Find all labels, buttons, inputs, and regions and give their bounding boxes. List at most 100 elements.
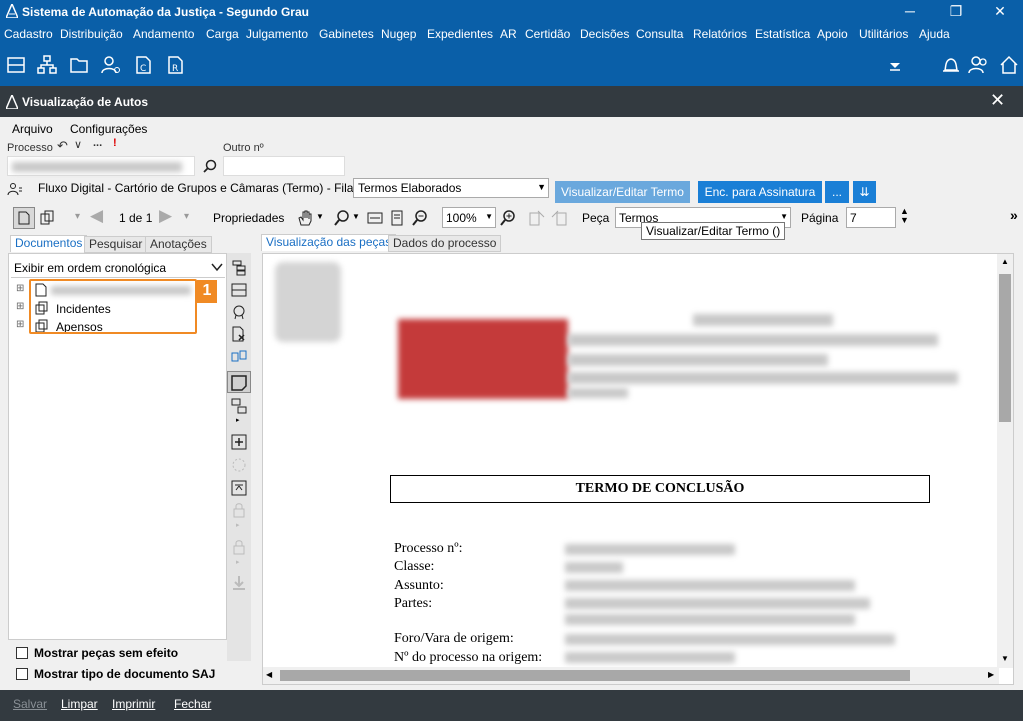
tab-dados-processo[interactable]: Dados do processo [388, 235, 502, 252]
redacted-text [568, 354, 828, 366]
document-c-icon[interactable]: C [132, 54, 154, 76]
certificate-icon[interactable] [231, 304, 247, 320]
next-page-icon[interactable]: ▶ [159, 206, 172, 226]
fit-width-icon[interactable] [367, 210, 383, 226]
chevron-down-icon[interactable]: ∨ [74, 138, 82, 151]
nav-first-icon[interactable]: ▾ [75, 211, 80, 222]
document-view-toggle[interactable] [13, 207, 35, 229]
previous-page-icon[interactable]: ◀ [90, 206, 103, 226]
menu-relatorios[interactable]: Relatórios [693, 27, 747, 41]
page-spinner[interactable]: ▲ ▼ [900, 207, 909, 225]
scroll-left-icon[interactable]: ◀ [266, 670, 272, 679]
fechar-button[interactable]: Fechar [174, 697, 211, 711]
close-subwindow-button[interactable]: ✕ [990, 90, 1005, 111]
close-window-button[interactable]: ✕ [977, 0, 1023, 24]
menu-distribuicao[interactable]: Distribuição [60, 27, 123, 41]
menu-estatistica[interactable]: Estatística [755, 27, 810, 41]
dropdown-arrow-icon[interactable] [884, 54, 906, 76]
extract-page-icon[interactable] [550, 209, 568, 227]
menu-utilitarios[interactable]: Utilitários [859, 27, 908, 41]
menu-carga[interactable]: Carga [206, 27, 239, 41]
menu-cadastro[interactable]: Cadastro [4, 27, 53, 41]
link-documents-icon[interactable] [231, 348, 247, 364]
more-actions-button[interactable]: ... [825, 181, 849, 203]
filter-down-button[interactable]: ⇊ [853, 181, 876, 203]
move-page-icon[interactable] [528, 209, 546, 227]
pagina-input[interactable]: 7 [846, 207, 896, 228]
flow-icon[interactable] [231, 398, 247, 414]
fit-page-icon[interactable] [389, 210, 405, 226]
zoom-select[interactable]: 100% ▼ [442, 207, 496, 228]
expand-icon[interactable]: ⊞ [16, 301, 24, 312]
folder-icon[interactable] [68, 54, 90, 76]
minimize-button[interactable]: ─ [887, 0, 933, 24]
imprimir-button[interactable]: Imprimir [112, 697, 155, 711]
enc-assinatura-button[interactable]: Enc. para Assinatura [698, 181, 822, 203]
processo-input[interactable] [7, 156, 195, 176]
menu-consulta[interactable]: Consulta [636, 27, 683, 41]
visualizar-editar-termo-button[interactable]: Visualizar/Editar Termo [555, 181, 690, 203]
expand-arrow-icon[interactable]: ▸ [236, 416, 240, 424]
menu-gabinetes[interactable]: Gabinetes [319, 27, 374, 41]
notification-bell-icon[interactable] [940, 54, 962, 76]
zoom-out-icon[interactable] [411, 209, 429, 227]
tab-documentos[interactable]: Documentos [10, 235, 88, 252]
users-icon[interactable] [968, 54, 990, 76]
search-icon[interactable] [202, 158, 218, 174]
restore-button[interactable]: ❐ [933, 0, 979, 24]
inbox-icon[interactable] [5, 54, 27, 76]
home-icon[interactable] [998, 54, 1020, 76]
scrollbar-thumb[interactable] [280, 670, 910, 681]
salvar-button[interactable]: Salvar [13, 697, 47, 711]
menu-configuracoes[interactable]: Configurações [70, 122, 147, 136]
nav-last-icon[interactable]: ▾ [184, 211, 189, 222]
scroll-up-icon[interactable]: ▲ [1001, 257, 1009, 266]
tipo-saj-checkbox[interactable] [16, 668, 28, 680]
dropdown-arrow-icon[interactable]: ▼ [316, 212, 324, 221]
menu-ar[interactable]: AR [500, 27, 517, 41]
order-select[interactable]: Exibir em ordem cronológica [11, 258, 225, 278]
menu-nugep[interactable]: Nugep [381, 27, 416, 41]
horizontal-scrollbar[interactable]: ◀ ▶ [263, 667, 999, 684]
hand-tool-icon[interactable] [296, 209, 314, 227]
annotation-tool[interactable] [227, 371, 251, 393]
scrollbar-thumb[interactable] [999, 274, 1011, 422]
vertical-scrollbar[interactable]: ▲ ▼ [997, 254, 1013, 668]
undo-icon[interactable]: ↶ [57, 138, 68, 154]
tab-pesquisar[interactable]: Pesquisar [84, 236, 148, 253]
limpar-button[interactable]: Limpar [61, 697, 98, 711]
menu-apoio[interactable]: Apoio [817, 27, 848, 41]
menu-certidao[interactable]: Certidão [525, 27, 570, 41]
propriedades-button[interactable]: Propriedades [213, 211, 284, 225]
sem-efeito-checkbox[interactable] [16, 647, 28, 659]
tab-visualizacao-pecas[interactable]: Visualização das peças [261, 234, 397, 251]
zoom-in-icon[interactable] [499, 209, 517, 227]
go-to-top-icon[interactable] [231, 480, 247, 496]
delete-document-icon[interactable] [231, 326, 247, 342]
toolbar-overflow-button[interactable]: » [1010, 207, 1018, 223]
add-note-icon[interactable] [231, 434, 247, 450]
outro-numero-input[interactable] [223, 156, 345, 176]
document-r-icon[interactable]: R [164, 54, 186, 76]
expand-icon[interactable]: ⊞ [16, 283, 24, 294]
menu-ajuda[interactable]: Ajuda [919, 27, 950, 41]
list-view-icon[interactable] [231, 282, 247, 298]
scroll-right-icon[interactable]: ▶ [988, 670, 994, 679]
menu-andamento[interactable]: Andamento [133, 27, 194, 41]
fila-select[interactable]: Termos Elaborados ▼ [353, 178, 549, 198]
more-options-button[interactable]: ... [93, 137, 102, 149]
menu-julgamento[interactable]: Julgamento [246, 27, 308, 41]
menu-arquivo[interactable]: Arquivo [12, 122, 53, 136]
copy-documents-icon[interactable] [40, 210, 54, 226]
tab-anotacoes[interactable]: Anotações [145, 236, 212, 253]
zoom-tool-icon[interactable] [333, 209, 351, 227]
user-settings-icon[interactable] [100, 54, 122, 76]
menu-expedientes[interactable]: Expedientes [427, 27, 493, 41]
tree-view-icon[interactable] [231, 260, 247, 276]
scroll-down-icon[interactable]: ▼ [1001, 654, 1009, 663]
menu-decisoes[interactable]: Decisões [580, 27, 629, 41]
hierarchy-icon[interactable] [36, 54, 58, 76]
dropdown-arrow-icon[interactable]: ▼ [352, 212, 360, 221]
highlight-box [29, 279, 197, 334]
expand-icon[interactable]: ⊞ [16, 319, 24, 330]
